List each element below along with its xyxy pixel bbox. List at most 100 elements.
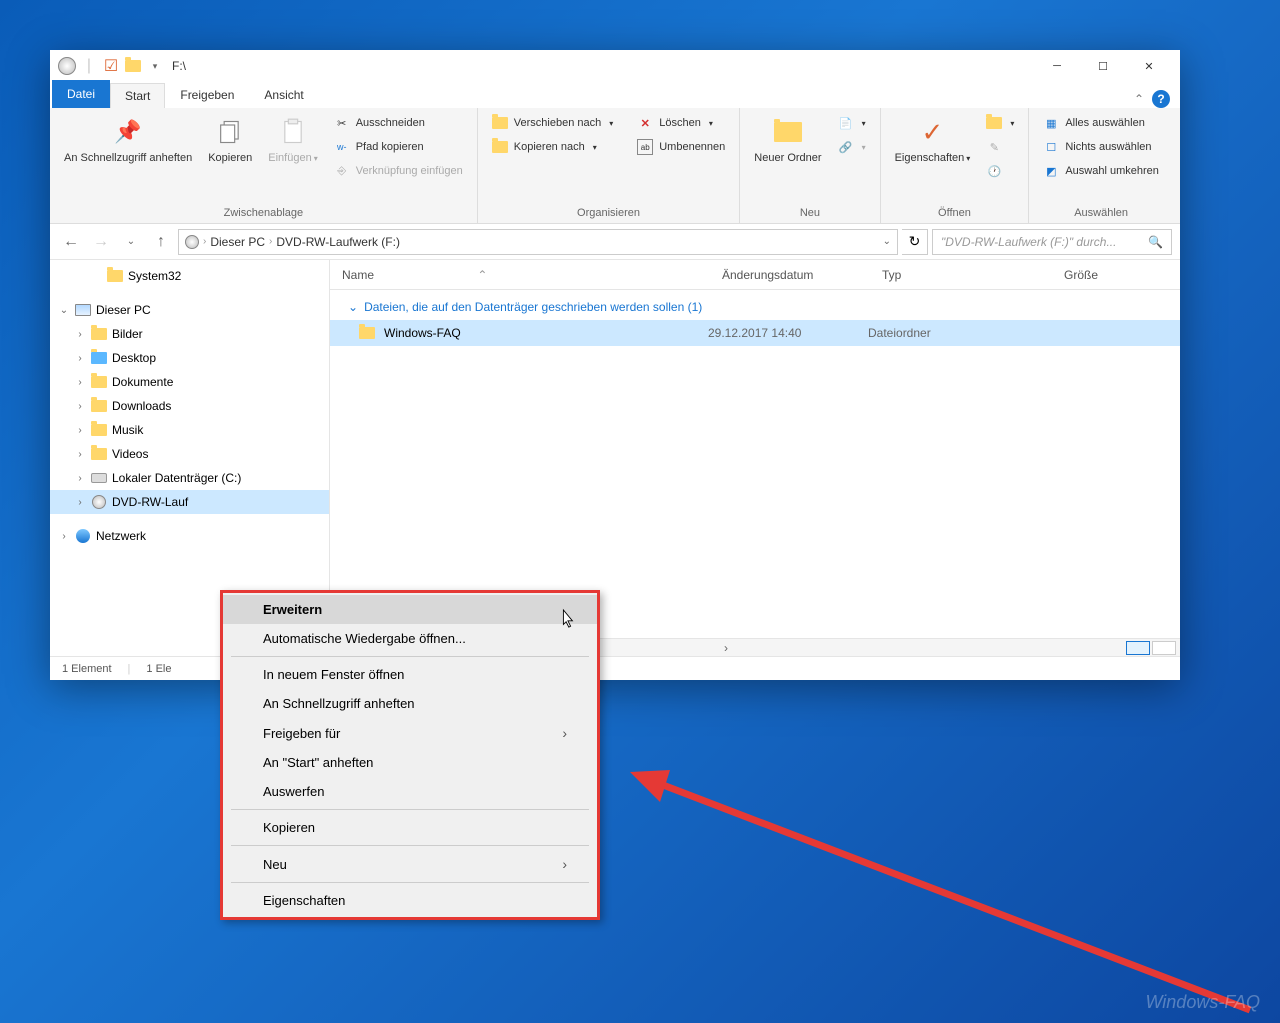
- status-selected: 1 Ele: [146, 663, 171, 675]
- crumb-drive[interactable]: DVD-RW-Laufwerk (F:): [276, 235, 400, 249]
- search-icon: 🔍: [1148, 235, 1163, 249]
- pasteshortcut-button[interactable]: ⎆Verknüpfung einfügen: [328, 160, 469, 182]
- path-icon: w-: [334, 139, 350, 155]
- qat-newfolder-icon[interactable]: [124, 57, 142, 75]
- ctx-pinquick[interactable]: An Schnellzugriff anheften: [223, 689, 597, 718]
- crumb-thispc[interactable]: Dieser PC: [210, 235, 265, 249]
- ribbon-group-new: Neuer Ordner 📄▾ 🔗▾ Neu: [740, 108, 880, 223]
- ctx-copy[interactable]: Kopieren: [223, 813, 597, 842]
- tree-item-dvd[interactable]: ›DVD-RW-Lauf: [50, 490, 329, 514]
- tab-view[interactable]: Ansicht: [249, 82, 318, 108]
- minimize-button[interactable]: ─: [1034, 50, 1080, 82]
- chevron-right-icon: ›: [562, 856, 567, 872]
- newfolder-icon: [772, 116, 804, 148]
- ctx-pinstart[interactable]: An "Start" anheften: [223, 748, 597, 777]
- shortcut-icon: ⎆: [334, 163, 350, 179]
- file-row[interactable]: Windows-FAQ 29.12.2017 14:40 Dateiordner: [330, 320, 1180, 346]
- newitem-button[interactable]: 📄▾: [832, 112, 872, 134]
- edit-icon: ✎: [986, 139, 1002, 155]
- tree-item-localdisk[interactable]: ›Lokaler Datenträger (C:): [50, 466, 329, 490]
- delete-button[interactable]: ✕Löschen▾: [631, 112, 731, 134]
- tree-item-documents[interactable]: ›Dokumente: [50, 370, 329, 394]
- cut-button[interactable]: ✂Ausschneiden: [328, 112, 469, 134]
- recent-dropdown[interactable]: ⌄: [118, 229, 144, 255]
- ctx-properties[interactable]: Eigenschaften: [223, 886, 597, 915]
- app-icon: [58, 57, 76, 75]
- scissors-icon: ✂: [334, 115, 350, 131]
- back-button[interactable]: ←: [58, 229, 84, 255]
- paste-button[interactable]: Einfügen▾: [262, 112, 323, 169]
- tab-share[interactable]: Freigeben: [165, 82, 249, 108]
- forward-button[interactable]: →: [88, 229, 114, 255]
- tab-file[interactable]: Datei: [52, 80, 110, 108]
- column-date[interactable]: Änderungsdatum: [710, 268, 870, 282]
- ribbon-collapse-icon[interactable]: ⌃: [1134, 92, 1144, 106]
- tree-item-system32[interactable]: System32: [50, 264, 329, 288]
- ctx-sharewith[interactable]: Freigeben für›: [223, 718, 597, 748]
- tree-item-music[interactable]: ›Musik: [50, 418, 329, 442]
- watermark: Windows-FAQ: [1145, 992, 1260, 1013]
- ctx-newwindow[interactable]: In neuem Fenster öffnen: [223, 660, 597, 689]
- search-input[interactable]: "DVD-RW-Laufwerk (F:)" durch...🔍: [932, 229, 1172, 255]
- tree-item-network[interactable]: ›Netzwerk: [50, 524, 329, 548]
- ribbon-group-organize: Verschieben nach▾ Kopieren nach▾ ✕Lösche…: [478, 108, 741, 223]
- properties-button[interactable]: ✓ Eigenschaften▾: [889, 112, 977, 169]
- newitem-icon: 📄: [838, 115, 854, 131]
- copypath-button[interactable]: w-Pfad kopieren: [328, 136, 469, 158]
- addr-dropdown-icon[interactable]: ⌄: [883, 236, 891, 247]
- ctx-autoplay[interactable]: Automatische Wiedergabe öffnen...: [223, 624, 597, 653]
- selectnone-icon: ☐: [1043, 139, 1059, 155]
- delete-icon: ✕: [637, 115, 653, 131]
- network-icon: [74, 527, 92, 545]
- selectall-button[interactable]: ▦Alles auswählen: [1037, 112, 1165, 134]
- folder-move-icon: [492, 115, 508, 131]
- open-button[interactable]: ▾: [980, 112, 1020, 134]
- status-count: 1 Element: [62, 663, 112, 675]
- newfolder-button[interactable]: Neuer Ordner: [748, 112, 827, 169]
- tree-item-pictures[interactable]: ›Bilder: [50, 322, 329, 346]
- scroll-right-icon[interactable]: ›: [718, 641, 734, 655]
- view-thumbnails-button[interactable]: [1152, 641, 1176, 655]
- copy-button[interactable]: Kopieren: [202, 112, 258, 169]
- file-group-header[interactable]: ⌄Dateien, die auf den Datenträger geschr…: [330, 294, 1180, 320]
- moveto-button[interactable]: Verschieben nach▾: [486, 112, 619, 134]
- folder-icon: [90, 373, 108, 391]
- column-size[interactable]: Größe: [1030, 268, 1110, 282]
- copyto-button[interactable]: Kopieren nach▾: [486, 136, 619, 158]
- up-button[interactable]: ↑: [148, 229, 174, 255]
- column-type[interactable]: Typ: [870, 268, 1030, 282]
- invert-icon: ◩: [1043, 163, 1059, 179]
- ribbon-group-select: ▦Alles auswählen ☐Nichts auswählen ◩Ausw…: [1029, 108, 1173, 223]
- explorer-window: | ☑ ▾ F:\ ─ ☐ ✕ Datei Start Freigeben An…: [50, 50, 1180, 680]
- breadcrumb[interactable]: › Dieser PC › DVD-RW-Laufwerk (F:) ⌄: [178, 229, 898, 255]
- refresh-button[interactable]: ↻: [902, 229, 928, 255]
- qat-properties-icon[interactable]: ☑: [102, 57, 120, 75]
- folder-icon: [90, 325, 108, 343]
- ctx-eject[interactable]: Auswerfen: [223, 777, 597, 806]
- ctx-new[interactable]: Neu›: [223, 849, 597, 879]
- qat-separator: |: [80, 57, 98, 75]
- easyaccess-button[interactable]: 🔗▾: [832, 136, 872, 158]
- close-button[interactable]: ✕: [1126, 50, 1172, 82]
- selectnone-button[interactable]: ☐Nichts auswählen: [1037, 136, 1165, 158]
- drive-icon: [185, 235, 199, 249]
- pin-button[interactable]: 📌 An Schnellzugriff anheften: [58, 112, 198, 169]
- help-icon[interactable]: ?: [1152, 90, 1170, 108]
- maximize-button[interactable]: ☐: [1080, 50, 1126, 82]
- column-name[interactable]: Name ⌃: [330, 268, 710, 282]
- tab-start[interactable]: Start: [110, 83, 165, 108]
- tree-item-desktop[interactable]: ›Desktop: [50, 346, 329, 370]
- rename-button[interactable]: abUmbenennen: [631, 136, 731, 158]
- tree-item-videos[interactable]: ›Videos: [50, 442, 329, 466]
- view-details-button[interactable]: [1126, 641, 1150, 655]
- qat-dropdown-icon[interactable]: ▾: [146, 57, 164, 75]
- edit-button[interactable]: ✎: [980, 136, 1020, 158]
- ctx-expand[interactable]: Erweitern: [223, 595, 597, 624]
- disc-icon: [90, 493, 108, 511]
- invert-button[interactable]: ◩Auswahl umkehren: [1037, 160, 1165, 182]
- properties-icon: ✓: [916, 116, 948, 148]
- column-headers: Name ⌃ Änderungsdatum Typ Größe: [330, 260, 1180, 290]
- history-button[interactable]: 🕐: [980, 160, 1020, 182]
- tree-item-thispc[interactable]: ⌄Dieser PC: [50, 298, 329, 322]
- tree-item-downloads[interactable]: ›Downloads: [50, 394, 329, 418]
